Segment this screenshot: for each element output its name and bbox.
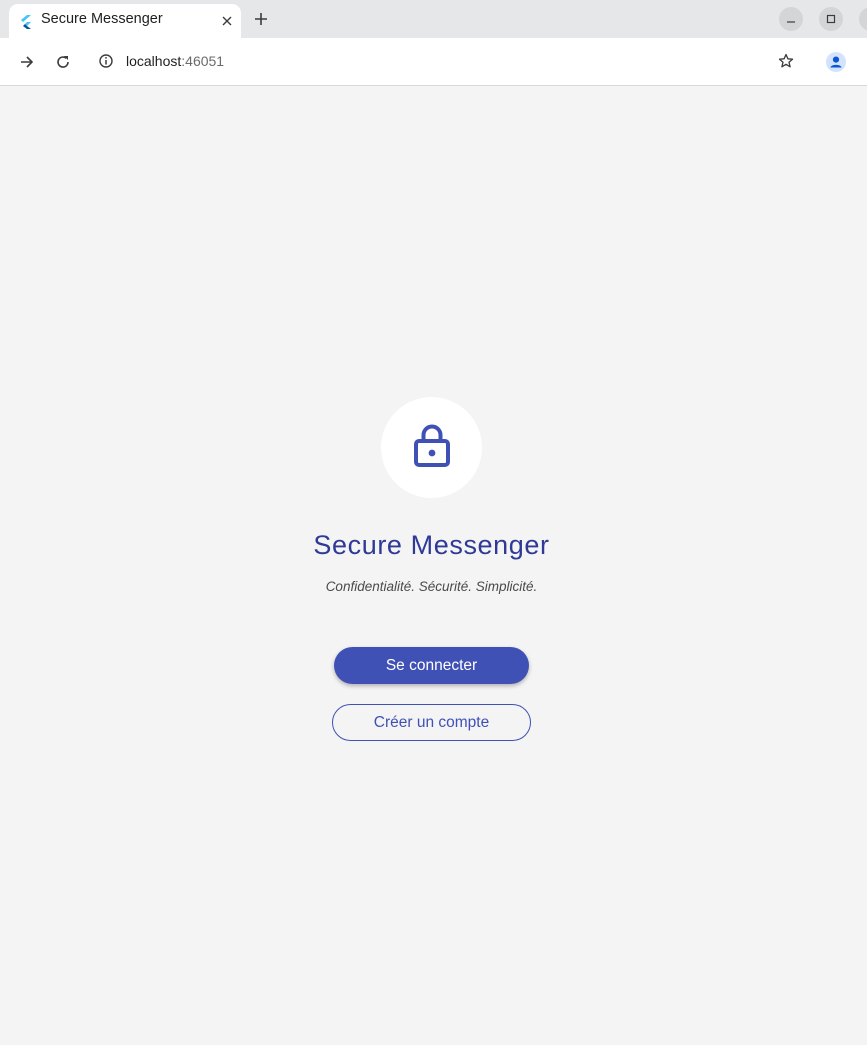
logo-circle [381,397,482,498]
app-title: Secure Messenger [313,530,550,560]
site-info-icon[interactable] [94,49,118,73]
signup-button[interactable]: Créer un compte [332,704,531,741]
app-page: Secure Messenger Confidentialité. Sécuri… [0,86,867,1045]
browser-tab[interactable]: Secure Messenger [9,4,241,39]
address-bar[interactable]: localhost:46051 [89,45,810,78]
profile-avatar-icon[interactable] [824,50,848,74]
login-button[interactable]: Se connecter [334,647,529,684]
bookmark-star-icon[interactable] [774,49,798,73]
close-icon[interactable] [217,11,237,31]
url-text: localhost:46051 [126,53,224,69]
url-host: localhost [126,53,182,69]
lock-icon [413,423,450,472]
app-tagline: Confidentialité. Sécurité. Simplicité. [325,579,538,594]
tab-title: Secure Messenger [41,11,163,27]
minimize-icon[interactable] [779,7,803,31]
url-port: :46051 [181,53,225,69]
window-close-icon[interactable] [859,7,867,31]
plus-icon[interactable] [250,8,272,30]
forward-arrow-icon[interactable] [15,50,39,74]
tab-strip: Secure Messenger [0,0,867,39]
flutter-icon [20,15,32,29]
browser-toolbar: localhost:46051 [0,38,867,86]
maximize-icon[interactable] [819,7,843,31]
reload-icon[interactable] [51,50,75,74]
